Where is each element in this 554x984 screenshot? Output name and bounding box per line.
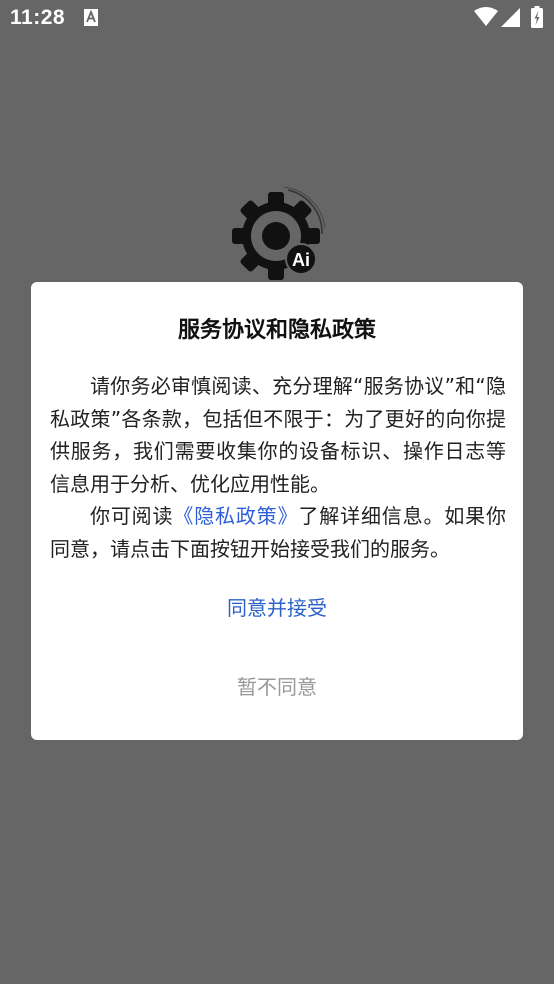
- disagree-button[interactable]: 暂不同意: [31, 667, 523, 707]
- agree-button[interactable]: 同意并接受: [31, 588, 523, 628]
- privacy-policy-link[interactable]: 《隐私政策》: [173, 504, 298, 528]
- privacy-dialog: 服务协议和隐私政策 请你务必审慎阅读、充分理解“服务协议”和“隐私政策”各条款，…: [31, 282, 523, 740]
- status-time: 11:28: [10, 6, 66, 29]
- dialog-title: 服务协议和隐私政策: [177, 318, 376, 343]
- dialog-paragraph-1: 请你务必审慎阅读、充分理解“服务协议”和“隐私政策”各条款，包括但不限于：为了更…: [50, 374, 506, 496]
- logo-badge-text: Ai: [292, 250, 310, 270]
- paragraph-2-before: 你可阅读: [90, 504, 174, 528]
- a-notification-icon: [84, 9, 98, 26]
- signal-icon: [501, 8, 520, 27]
- dialog-paragraph-2: 你可阅读《隐私政策》了解详细信息。如果你同意，请点击下面按钮开始接受我们的服务。: [50, 500, 506, 565]
- dialog-body: 请你务必审慎阅读、充分理解“服务协议”和“隐私政策”各条款，包括但不限于：为了更…: [50, 370, 506, 565]
- gear-ai-icon: Ai: [232, 186, 326, 280]
- status-bar: 11:28: [0, 0, 554, 36]
- wifi-icon: [474, 7, 498, 26]
- battery-icon: [531, 6, 543, 28]
